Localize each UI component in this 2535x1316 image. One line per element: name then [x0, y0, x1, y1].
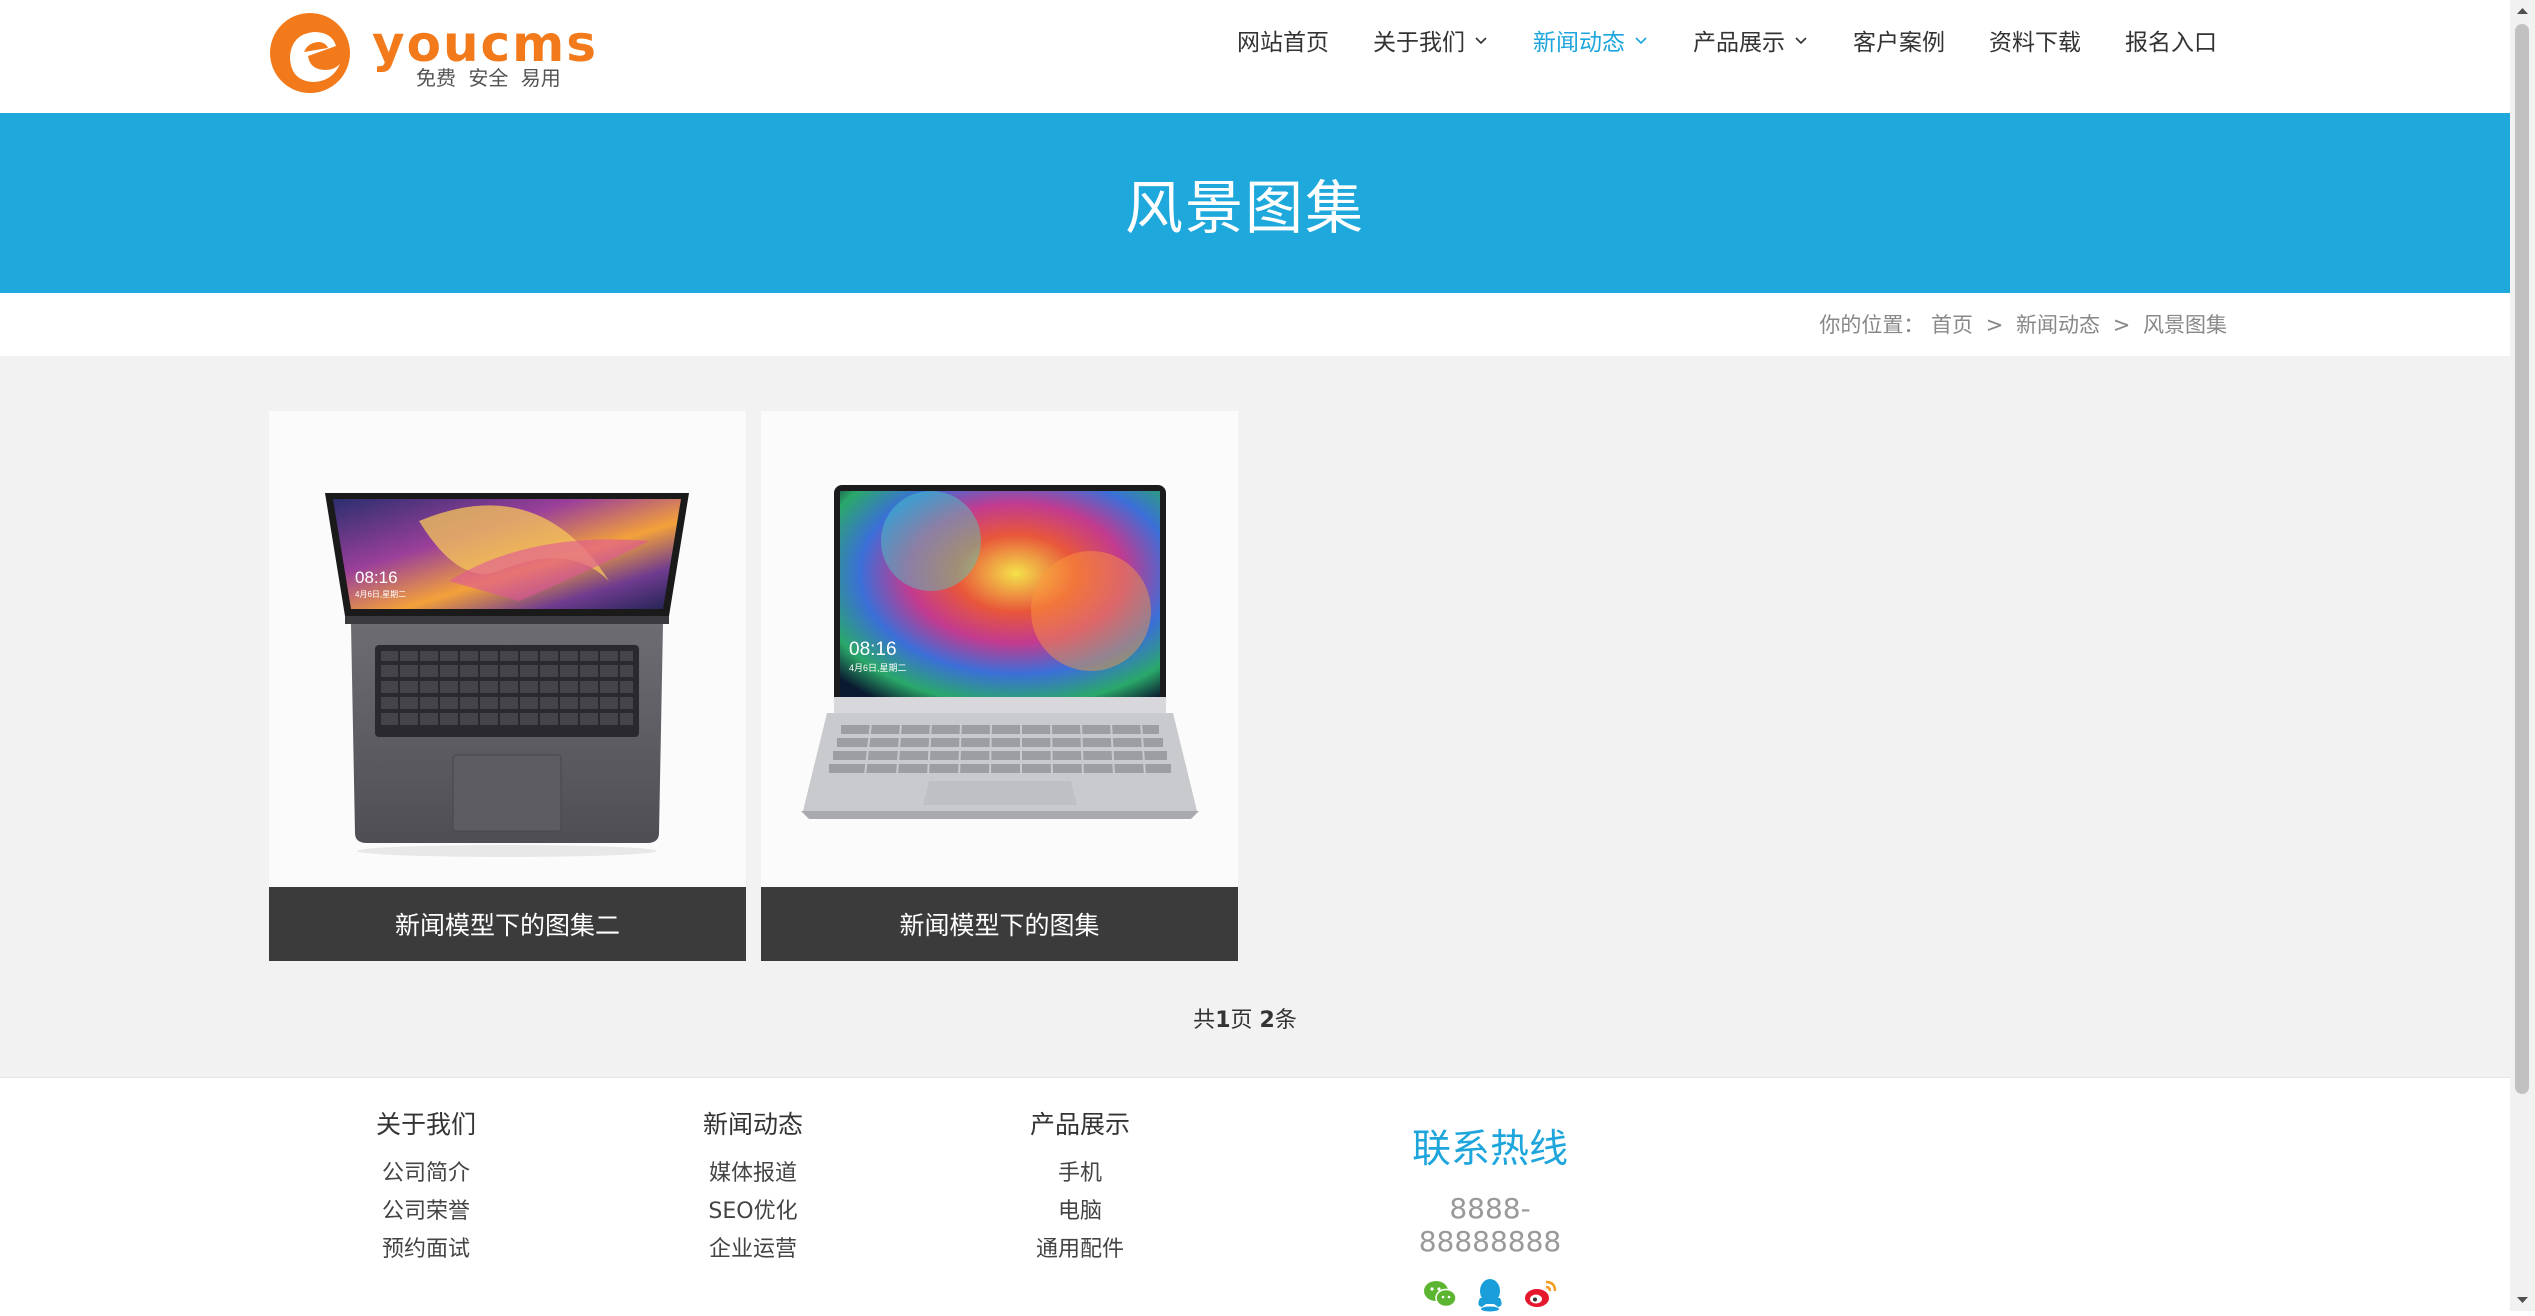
nav-item-downloads[interactable]: 资料下载: [1989, 23, 2081, 57]
footer-link[interactable]: 媒体报道: [653, 1155, 853, 1193]
weibo-icon[interactable]: [1522, 1276, 1558, 1312]
laptop-image: 08:16 4月6日,星期二: [269, 411, 746, 887]
laptop-image: 08:16 4月6日,星期二: [761, 411, 1238, 887]
page-banner: 风景图集: [0, 113, 2510, 293]
footer-column-title: 关于我们: [375, 1110, 476, 1139]
breadcrumb-separator: >: [2112, 313, 2131, 337]
nav-label: 报名入口: [2125, 30, 2217, 56]
site-header: youcms 免费 安全 易用 网站首页 关于我们 新闻动态 产品展示 客户案例…: [0, 0, 2510, 113]
footer-link[interactable]: 公司荣誉: [326, 1193, 526, 1231]
footer-link[interactable]: 预约面试: [326, 1231, 526, 1269]
footer-link[interactable]: 通用配件: [980, 1231, 1180, 1269]
breadcrumb-home[interactable]: 首页: [1931, 313, 1973, 337]
nav-item-signup[interactable]: 报名入口: [2125, 23, 2217, 57]
nav-label: 网站首页: [1237, 30, 1329, 56]
chevron-down-icon: [1633, 32, 1649, 48]
footer-link[interactable]: 电脑: [980, 1193, 1180, 1231]
nav-item-about[interactable]: 关于我们: [1373, 23, 1489, 57]
nav-item-cases[interactable]: 客户案例: [1853, 23, 1945, 57]
site-logo[interactable]: youcms 免费 安全 易用: [268, 12, 598, 97]
logo-mark-icon: [270, 13, 350, 93]
hotline-title: 联系热线: [1411, 1127, 1568, 1172]
footer-column-products: 产品展示 手机 电脑 通用配件: [980, 1105, 1180, 1269]
scrollbar-thumb[interactable]: [2515, 24, 2529, 1094]
page-title: 风景图集: [1124, 174, 1365, 242]
breadcrumb-current: 风景图集: [2143, 313, 2227, 337]
nav-item-products[interactable]: 产品展示: [1693, 23, 1809, 57]
qq-icon[interactable]: [1472, 1276, 1508, 1312]
pager-page-count: 1: [1215, 1008, 1231, 1033]
logo-tagline: 免费 安全 易用: [416, 66, 561, 90]
pagination-info: 共1页 2条: [0, 1002, 2490, 1034]
gallery-list: 08:16 4月6日,星期二 新闻模型下的图集二 08:16 4月6日,星期二 …: [0, 356, 2510, 1077]
footer-link[interactable]: 手机: [980, 1155, 1180, 1193]
page-scrollbar[interactable]: [2510, 0, 2535, 1311]
footer-column-title: 产品展示: [1029, 1110, 1130, 1139]
chevron-down-icon: [1473, 32, 1489, 48]
site-footer: 关于我们 公司简介 公司荣誉 预约面试 新闻动态 媒体报道 SEO优化 企业运营…: [0, 1077, 2510, 1312]
nav-label: 客户案例: [1853, 30, 1945, 56]
contact-hotline: 联系热线 8888-88888888: [1390, 1118, 1590, 1312]
footer-column-title: 新闻动态: [702, 1110, 803, 1139]
nav-item-home[interactable]: 网站首页: [1237, 23, 1329, 57]
scroll-up-arrow-icon[interactable]: [2510, 0, 2535, 22]
footer-link[interactable]: 企业运营: [653, 1231, 853, 1269]
gallery-card[interactable]: 08:16 4月6日,星期二: [761, 411, 1238, 961]
card-caption[interactable]: 新闻模型下的图集二: [269, 887, 746, 961]
footer-column-news: 新闻动态 媒体报道 SEO优化 企业运营: [653, 1105, 853, 1269]
pager-text: 条: [1274, 1008, 1297, 1033]
nav-label: 新闻动态: [1533, 30, 1625, 56]
card-caption[interactable]: 新闻模型下的图集: [761, 887, 1238, 961]
breadcrumb-separator: >: [1985, 313, 2004, 337]
gallery-card[interactable]: 08:16 4月6日,星期二: [269, 411, 746, 961]
nav-item-news[interactable]: 新闻动态: [1533, 23, 1649, 57]
screen-time: 08:16: [849, 639, 897, 660]
pager-text: 共: [1193, 1008, 1216, 1033]
hotline-phone: 8888-88888888: [1418, 1192, 1562, 1258]
screen-time: 08:16: [355, 568, 398, 587]
footer-link[interactable]: 公司简介: [326, 1155, 526, 1193]
screen-date: 4月6日,星期二: [849, 663, 907, 673]
pager-item-count: 2: [1259, 1008, 1275, 1033]
chevron-down-icon: [1793, 32, 1809, 48]
social-links: [1390, 1276, 1590, 1312]
footer-column-about: 关于我们 公司简介 公司荣誉 预约面试: [326, 1105, 526, 1269]
scroll-down-arrow-icon[interactable]: [2510, 1289, 2535, 1311]
nav-label: 产品展示: [1693, 30, 1785, 56]
screen-date: 4月6日,星期二: [355, 590, 406, 599]
breadcrumb-bar: 你的位置： 首页 > 新闻动态 > 风景图集: [0, 293, 2510, 356]
wechat-icon[interactable]: [1422, 1276, 1458, 1312]
footer-link[interactable]: SEO优化: [653, 1193, 853, 1231]
nav-label: 资料下载: [1989, 30, 2081, 56]
pager-text: 页: [1230, 1008, 1260, 1033]
main-nav: 网站首页 关于我们 新闻动态 产品展示 客户案例 资料下载 报名入口: [1193, 0, 2217, 80]
breadcrumb-news[interactable]: 新闻动态: [2016, 313, 2100, 337]
breadcrumb-prefix: 你的位置：: [1819, 313, 1925, 337]
breadcrumb: 你的位置： 首页 > 新闻动态 > 风景图集: [1819, 309, 2227, 339]
nav-label: 关于我们: [1373, 30, 1465, 56]
